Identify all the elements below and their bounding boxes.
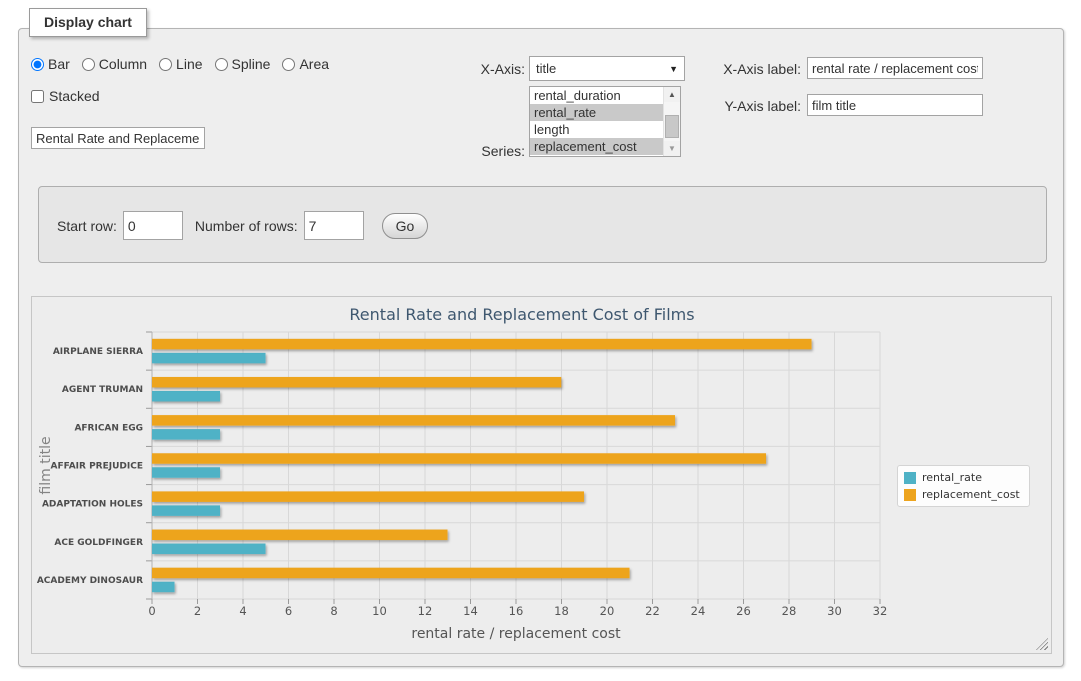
x-tick-label: 12 <box>418 604 433 618</box>
bar-rental_rate-academy-dinosaur[interactable] <box>152 582 175 593</box>
x-axis-selected-value: title <box>536 61 556 76</box>
series-option-rental_rate[interactable]: rental_rate <box>530 104 663 121</box>
x-tick-label: 4 <box>239 604 246 618</box>
y-axis-label-label: Y-Axis label: <box>717 98 801 114</box>
x-tick-label: 10 <box>372 604 387 618</box>
y-category-label: AIRPLANE SIERRA <box>53 347 143 357</box>
x-tick-label: 2 <box>194 604 201 618</box>
chart-type-radiogroup: Bar Column Line Spline Area <box>31 56 337 72</box>
chart-type-label: Column <box>99 56 147 72</box>
legend-label: rental_rate <box>922 471 982 484</box>
chart-type-label: Line <box>176 56 202 72</box>
chart-type-option-column[interactable]: Column <box>82 56 147 72</box>
x-tick-label: 28 <box>782 604 797 618</box>
chart-title-input[interactable] <box>31 127 205 149</box>
x-tick-label: 16 <box>509 604 524 618</box>
bar-rental_rate-african-egg[interactable] <box>152 429 220 440</box>
scroll-down-icon[interactable]: ▼ <box>664 141 680 156</box>
chart-legend: rental_rate replacement_cost <box>897 465 1030 507</box>
legend-item-replacement_cost[interactable]: replacement_cost <box>904 488 1020 501</box>
x-tick-label: 22 <box>645 604 660 618</box>
chevron-down-icon: ▼ <box>669 64 678 74</box>
bar-rental_rate-ace-goldfinger[interactable] <box>152 544 266 555</box>
bar-rental_rate-adaptation-holes[interactable] <box>152 505 220 515</box>
y-axis-label-input[interactable] <box>807 94 983 116</box>
series-scrollbar[interactable]: ▲ ▼ <box>663 87 680 156</box>
bar-replacement_cost-adaptation-holes[interactable] <box>152 491 584 502</box>
chart-type-radio-line[interactable] <box>159 58 172 71</box>
y-category-label: ADAPTATION HOLES <box>42 500 143 510</box>
x-axis-select[interactable]: title ▼ <box>529 56 685 81</box>
y-category-label: ACADEMY DINOSAUR <box>37 576 143 586</box>
num-rows-label: Number of rows: <box>195 218 298 234</box>
x-tick-label: 8 <box>330 604 337 618</box>
stacked-label: Stacked <box>49 88 100 104</box>
start-row-input[interactable] <box>123 211 183 240</box>
x-tick-label: 14 <box>463 604 478 618</box>
y-category-label: ACE GOLDFINGER <box>54 538 143 548</box>
x-axis-label-label: X-Axis label: <box>717 61 801 77</box>
series-option-replacement_cost[interactable]: replacement_cost <box>530 138 663 155</box>
bar-replacement_cost-african-egg[interactable] <box>152 415 675 426</box>
y-category-label: AFFAIR PREJUDICE <box>50 462 143 472</box>
stacked-option[interactable]: Stacked <box>31 88 100 104</box>
start-row-label: Start row: <box>57 218 117 234</box>
x-tick-label: 18 <box>554 604 569 618</box>
x-axis-label-input[interactable] <box>807 57 983 79</box>
num-rows-input[interactable] <box>304 211 364 240</box>
bar-replacement_cost-academy-dinosaur[interactable] <box>152 568 630 579</box>
chart-title: Rental Rate and Replacement Cost of Film… <box>349 305 694 324</box>
bar-rental_rate-agent-truman[interactable] <box>152 391 220 402</box>
y-category-label: AGENT TRUMAN <box>62 385 143 395</box>
series-options: rental_durationrental_ratelengthreplacem… <box>530 87 663 156</box>
chart-type-radio-spline[interactable] <box>215 58 228 71</box>
scroll-up-icon[interactable]: ▲ <box>664 87 680 102</box>
y-axis-title: film title <box>38 436 54 494</box>
chart-type-label: Bar <box>48 56 70 72</box>
x-tick-label: 0 <box>148 604 155 618</box>
x-tick-label: 30 <box>827 604 842 618</box>
series-select-label: Series: <box>449 143 525 159</box>
chart-type-radio-area[interactable] <box>282 58 295 71</box>
x-tick-label: 24 <box>691 604 706 618</box>
series-multiselect[interactable]: rental_durationrental_ratelengthreplacem… <box>529 86 681 157</box>
bar-replacement_cost-agent-truman[interactable] <box>152 377 561 388</box>
x-tick-label: 32 <box>873 604 888 618</box>
stacked-checkbox[interactable] <box>31 90 44 103</box>
chart-type-radio-column[interactable] <box>82 58 95 71</box>
bar-replacement_cost-airplane-sierra[interactable] <box>152 339 812 350</box>
bar-replacement_cost-ace-goldfinger[interactable] <box>152 530 448 541</box>
x-tick-label: 6 <box>285 604 292 618</box>
display-chart-tab: Display chart <box>29 8 147 37</box>
bar-rental_rate-airplane-sierra[interactable] <box>152 353 266 363</box>
chart-type-option-area[interactable]: Area <box>282 56 329 72</box>
legend-swatch-icon <box>904 489 916 501</box>
scrollbar-thumb[interactable] <box>665 115 679 138</box>
x-axis-title: rental rate / replacement cost <box>411 626 621 642</box>
go-button[interactable]: Go <box>382 213 429 239</box>
legend-swatch-icon <box>904 472 916 484</box>
bar-rental_rate-affair-prejudice[interactable] <box>152 467 220 478</box>
x-tick-label: 26 <box>736 604 751 618</box>
display-chart-container: Display chart BarColumnLineSplineArea St… <box>18 28 1064 667</box>
legend-item-rental_rate[interactable]: rental_rate <box>904 471 1020 484</box>
chart-type-label: Area <box>299 56 329 72</box>
chart-type-option-line[interactable]: Line <box>159 56 202 72</box>
chart-type-label: Spline <box>232 56 271 72</box>
y-category-label: AFRICAN EGG <box>74 423 143 433</box>
legend-label: replacement_cost <box>922 488 1020 501</box>
bar-replacement_cost-affair-prejudice[interactable] <box>152 453 766 464</box>
series-option-rental_duration[interactable]: rental_duration <box>530 87 663 104</box>
x-tick-label: 20 <box>600 604 615 618</box>
chart-type-option-spline[interactable]: Spline <box>215 56 271 72</box>
chart-type-option-bar[interactable]: Bar <box>31 56 70 72</box>
row-params-panel: Start row: Number of rows: Go <box>38 186 1047 263</box>
chart-type-radio-bar[interactable] <box>31 58 44 71</box>
series-option-length[interactable]: length <box>530 121 663 138</box>
chart-container: Rental Rate and Replacement Cost of Film… <box>31 296 1052 654</box>
x-axis-select-label: X-Axis: <box>449 61 525 77</box>
